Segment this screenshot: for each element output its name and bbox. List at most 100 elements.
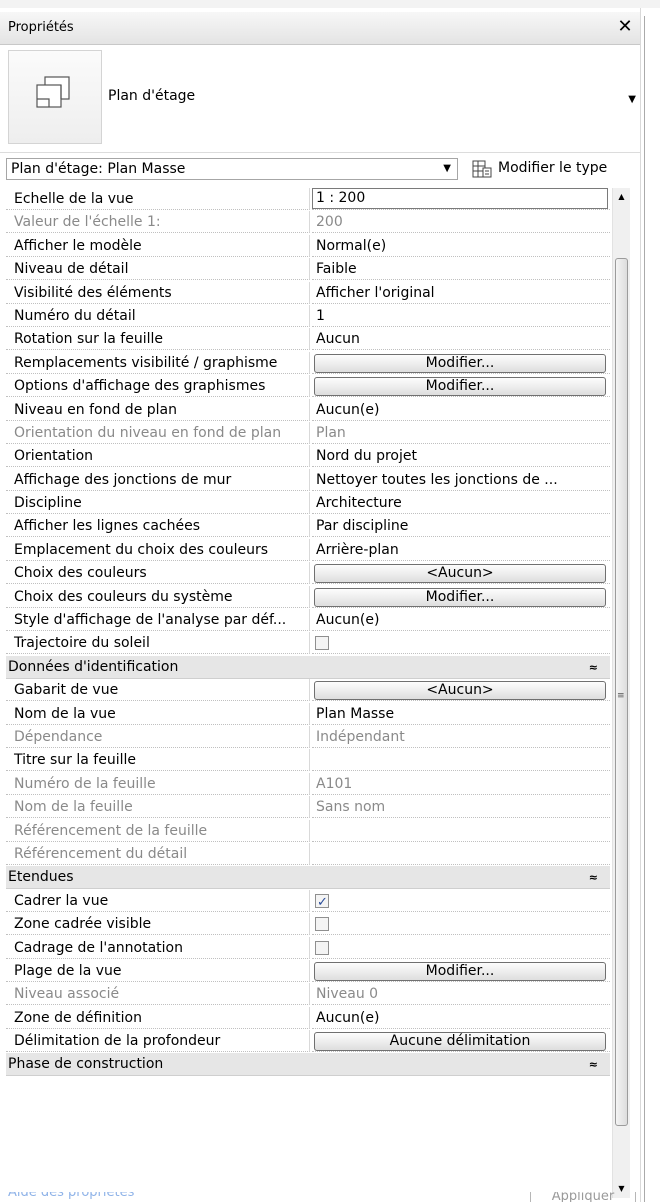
property-value-cell[interactable]: Plan Masse (312, 703, 610, 725)
property-label: Niveau de détail (6, 258, 310, 281)
property-label: Plage de la vue (6, 959, 310, 982)
property-label: Cadrage de l'annotation (6, 936, 310, 959)
property-value-cell[interactable] (312, 913, 610, 936)
property-row: Nom de la feuille Sans nom (6, 796, 610, 819)
collapse-chevron-icon[interactable]: ≈ (589, 1053, 598, 1076)
property-value-cell[interactable]: Aucune délimitation (312, 1030, 610, 1053)
property-row: Cadrer la vue (6, 889, 610, 913)
collapse-chevron-icon[interactable]: ≈ (589, 866, 598, 889)
apply-button[interactable]: Appliquer (530, 1192, 636, 1202)
property-row: Numéro de la feuille A101 (6, 772, 610, 796)
property-edit-button[interactable]: Modifier... (314, 587, 606, 607)
floor-plan-icon (8, 50, 102, 144)
property-value-cell[interactable]: Aucun(e) (312, 399, 610, 421)
property-checkbox[interactable] (315, 892, 329, 911)
property-row: Gabarit de vue <Aucun> (6, 679, 610, 702)
property-row: Affichage des jonctions de mur Nettoyer t… (6, 468, 610, 492)
group-label: Etendues (6, 866, 610, 890)
property-value-cell[interactable]: Aucun(e) (312, 609, 610, 632)
property-value-cell[interactable]: Modifier... (312, 586, 610, 608)
properties-grid: Echelle de la vue 1 : 200 Valeur de l'éche… (6, 188, 610, 1077)
property-label: Délimitation de la profondeur (6, 1030, 310, 1053)
property-value-cell[interactable]: Arrière-plan (312, 539, 610, 561)
property-value-cell[interactable] (312, 632, 610, 655)
property-value-cell[interactable] (312, 749, 610, 772)
property-label: Options d'affichage des graphismes (6, 375, 310, 398)
property-value-cell[interactable]: Nord du projet (312, 445, 610, 468)
property-edit-button[interactable]: <Aucun> (314, 564, 606, 584)
group-header[interactable]: Données d'identification ≈ (6, 655, 610, 679)
property-row: Rotation sur la feuille Aucun (6, 328, 610, 351)
property-value-input[interactable]: 1 : 200 (312, 188, 608, 209)
property-row: Afficher les lignes cachées Par disciplin… (6, 515, 610, 538)
property-row: Options d'affichage des graphismes Modifi… (6, 375, 610, 398)
property-value-cell[interactable]: 1 (312, 305, 610, 327)
property-label: Référencement de la feuille (6, 819, 310, 842)
property-label: Choix des couleurs (6, 562, 310, 585)
property-label: Référencement du détail (6, 842, 310, 865)
property-label: Cadrer la vue (6, 889, 310, 912)
property-label: Dépendance (6, 725, 310, 748)
property-value-cell[interactable]: Afficher l'original (312, 282, 610, 304)
instance-filter-value: Plan d'étage: Plan Masse (11, 161, 186, 177)
group-header[interactable]: Etendues ≈ (6, 866, 610, 890)
property-row: Valeur de l'échelle 1: 200 (6, 211, 610, 234)
property-value-cell[interactable]: Nettoyer toutes les jonctions de ... (312, 469, 610, 491)
property-checkbox[interactable] (315, 917, 329, 932)
group-header[interactable]: Phase de construction ≈ (6, 1053, 610, 1077)
property-checkbox[interactable] (315, 940, 329, 955)
instance-filter-select[interactable]: Plan d'étage: Plan Masse ▼ (6, 158, 458, 180)
property-row: Choix des couleurs <Aucun> (6, 562, 610, 585)
property-value-cell[interactable]: 1 : 200 (312, 188, 610, 210)
scroll-up-icon[interactable]: ▲ (613, 188, 630, 206)
property-value-cell (312, 820, 610, 842)
property-label: Orientation (6, 445, 310, 468)
type-selector[interactable]: Plan d'étage ▼ (0, 46, 640, 153)
property-value-cell[interactable]: <Aucun> (312, 562, 610, 585)
property-row: Zone cadrée visible (6, 913, 610, 936)
property-row: Niveau en fond de plan Aucun(e) (6, 398, 610, 422)
group-label: Phase de construction (6, 1053, 610, 1077)
property-value-cell[interactable] (312, 937, 610, 959)
property-label: Orientation du niveau en fond de plan (6, 421, 310, 444)
property-label: Afficher le modèle (6, 234, 310, 257)
property-edit-button[interactable]: Modifier... (314, 353, 606, 373)
window-top-strip (0, 0, 660, 8)
property-label: Zone cadrée visible (6, 913, 310, 936)
property-label: Trajectoire du soleil (6, 632, 310, 655)
property-row: Discipline Architecture (6, 492, 610, 515)
properties-titlebar: Propriétés ✕ (0, 12, 640, 45)
property-edit-button[interactable]: Aucune délimitation (314, 1032, 606, 1052)
property-value-cell: Niveau 0 (312, 983, 610, 1006)
property-row: Orientation du niveau en fond de plan Pla… (6, 421, 610, 445)
property-value-cell[interactable]: <Aucun> (312, 679, 610, 702)
adjacent-pane-edge (644, 16, 653, 1202)
property-value-cell[interactable]: Architecture (312, 492, 610, 515)
property-label: Valeur de l'échelle 1: (6, 211, 310, 234)
collapse-chevron-icon[interactable]: ≈ (589, 656, 598, 679)
chevron-down-icon[interactable]: ▼ (628, 94, 636, 105)
property-row: Dépendance Indépendant (6, 725, 610, 749)
property-value-cell[interactable]: Modifier... (312, 375, 610, 398)
close-icon[interactable]: ✕ (616, 16, 634, 37)
property-row: Délimitation de la profondeur Aucune déli… (6, 1030, 610, 1053)
property-value-cell[interactable]: Normal(e) (312, 235, 610, 257)
vertical-scrollbar[interactable]: ▲ ≡ ▼ (612, 188, 630, 1198)
property-edit-button[interactable]: Modifier... (314, 961, 606, 981)
property-label: Style d'affichage de l'analyse par déf..… (6, 609, 310, 632)
property-value-cell[interactable]: Par discipline (312, 515, 610, 538)
property-value-cell[interactable]: Faible (312, 258, 610, 281)
property-value-cell[interactable]: Modifier... (312, 960, 610, 982)
edit-type-label: Modifier le type (498, 160, 608, 176)
property-value-cell[interactable]: Modifier... (312, 352, 610, 374)
property-value-cell (312, 843, 610, 865)
property-edit-button[interactable]: Modifier... (314, 377, 606, 397)
property-checkbox[interactable] (315, 636, 329, 651)
property-value-cell[interactable] (312, 890, 610, 912)
property-label: Visibilité des éléments (6, 281, 310, 304)
help-link[interactable]: Aide des propriétés (8, 1192, 134, 1202)
chevron-down-icon[interactable]: ▼ (443, 163, 451, 174)
property-edit-button[interactable]: <Aucun> (314, 681, 606, 701)
property-value-cell[interactable]: Aucun (312, 328, 610, 351)
property-value-cell[interactable]: Aucun(e) (312, 1007, 610, 1029)
